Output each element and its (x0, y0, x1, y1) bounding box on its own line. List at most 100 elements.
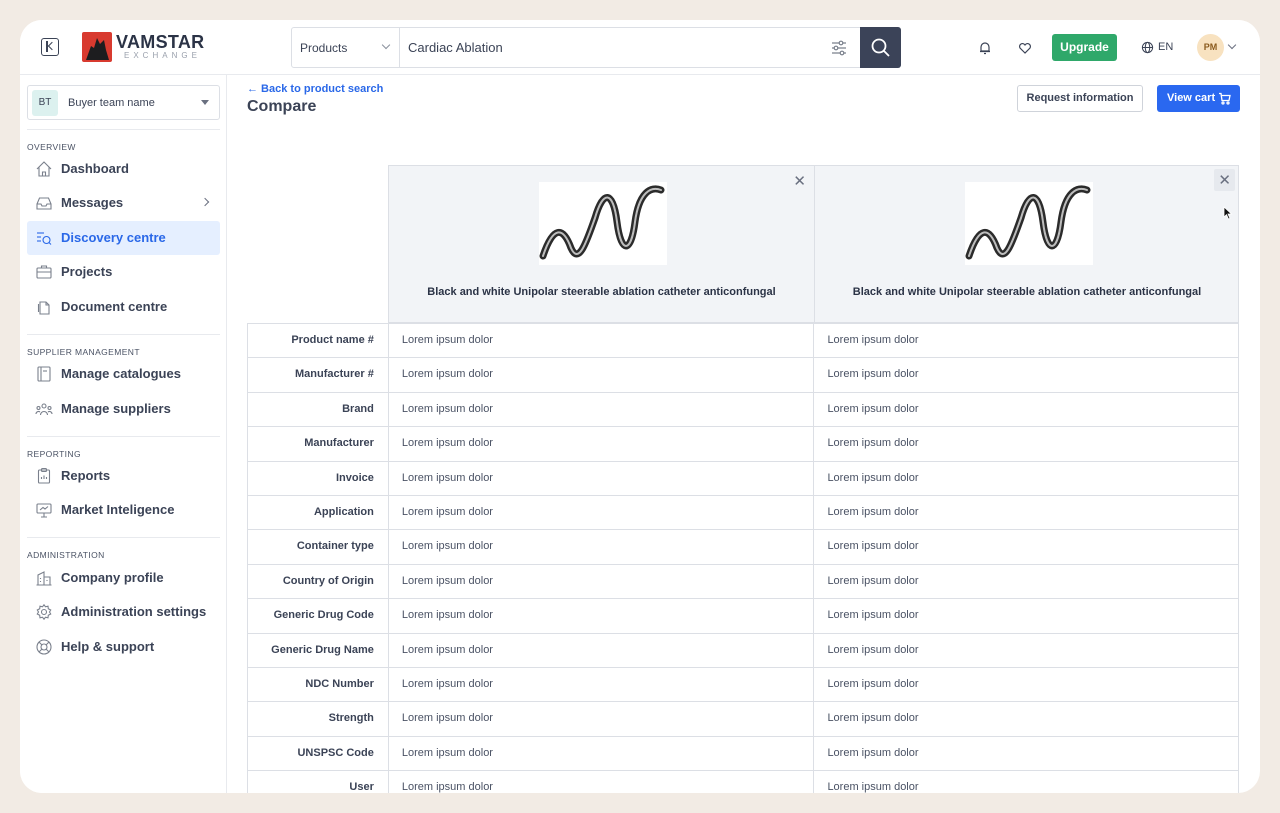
gear-icon (36, 603, 52, 621)
team-selector[interactable]: BT Buyer team name (27, 85, 220, 120)
collapse-sidebar-icon[interactable] (41, 38, 59, 56)
sidebar-item-manage-catalogues[interactable]: Manage catalogues (27, 357, 220, 391)
upgrade-button[interactable]: Upgrade (1052, 34, 1117, 61)
table-row: Country of Origin Lorem ipsum dolor Lorem … (248, 564, 1238, 600)
row-value: Lorem ipsum dolor (813, 599, 1238, 633)
row-value: Lorem ipsum dolor (813, 736, 1238, 771)
row-value: Lorem ipsum dolor (813, 392, 1238, 427)
close-icon[interactable]: ✕ (793, 172, 806, 190)
briefcase-icon (36, 265, 52, 279)
section-title-overview: OVERVIEW (27, 142, 76, 152)
heart-icon[interactable] (1018, 41, 1032, 55)
row-value: Lorem ipsum dolor (401, 334, 493, 346)
product-compare-header: Black and white Unipolar steerable ablat… (388, 165, 1239, 323)
sidebar-item-document-centre[interactable]: Document centre (27, 290, 220, 324)
search-category-select[interactable]: Products (292, 28, 400, 67)
sidebar-item-label: Dashboard (61, 161, 129, 176)
table-row: Brand Lorem ipsum dolor Lorem ipsum dolor (248, 392, 1238, 428)
row-value: Lorem ipsum dolor (813, 358, 1238, 392)
row-label: Brand (248, 392, 389, 427)
sidebar-item-discovery-centre[interactable]: Discovery centre (27, 221, 220, 255)
search-input[interactable]: Cardiac Ablation (400, 28, 900, 67)
section-title-reporting: REPORTING (27, 449, 81, 459)
table-row: Strength Lorem ipsum dolor Lorem ipsum dol… (248, 702, 1238, 737)
sidebar-item-messages[interactable]: Messages (27, 186, 220, 220)
divider (27, 537, 220, 538)
sidebar-item-help-support[interactable]: Help & support (27, 630, 220, 664)
language-selector[interactable]: EN (1158, 41, 1173, 53)
sidebar-item-market-intelligence[interactable]: Market Inteligence (27, 493, 220, 527)
table-row: User Lorem ipsum dolor Lorem ipsum dolor (248, 771, 1238, 793)
row-label: Strength (248, 702, 389, 736)
row-value: Lorem ipsum dolor (813, 771, 1238, 793)
row-value: Lorem ipsum dolor (401, 505, 493, 518)
row-value: Lorem ipsum dolor (813, 633, 1238, 667)
product-image (965, 182, 1093, 265)
row-value: Lorem ipsum dolor (401, 643, 493, 656)
row-value: Lorem ipsum dolor (401, 609, 493, 622)
row-value: Lorem ipsum dolor (401, 712, 493, 725)
row-label: NDC Number (248, 667, 389, 702)
presentation-icon (36, 503, 52, 518)
row-label: Manufacturer # (248, 358, 389, 392)
row-value: Lorem ipsum dolor (401, 437, 493, 450)
lifebuoy-icon (36, 639, 52, 655)
sidebar-item-reports[interactable]: Reports (27, 459, 220, 493)
search-button[interactable] (860, 27, 901, 68)
sidebar-item-label: Manage suppliers (61, 401, 171, 416)
chevron-right-icon (200, 197, 210, 207)
sidebar-item-projects[interactable]: Projects (27, 255, 220, 289)
sidebar-item-label: Messages (61, 195, 124, 210)
view-cart-button[interactable]: View cart (1157, 85, 1240, 112)
sidebar-item-administration-settings[interactable]: Administration settings (27, 595, 220, 629)
view-cart-label: View cart (1167, 92, 1216, 104)
sidebar-item-company-profile[interactable]: Company profile (27, 561, 220, 595)
main-content: ← Back to product search Compare Request… (227, 75, 1260, 793)
product-card: Black and white Unipolar steerable ablat… (389, 166, 814, 323)
row-label: Country of Origin (248, 564, 389, 599)
row-label: Generic Drug Name (248, 633, 389, 667)
mouse-cursor-icon (1223, 206, 1233, 220)
divider (27, 129, 220, 130)
row-value: Lorem ipsum dolor (813, 427, 1238, 461)
table-row: Application Lorem ipsum dolor Lorem ipsum … (248, 495, 1238, 531)
product-name: Black and white Unipolar steerable ablat… (852, 286, 1202, 298)
chevron-down-icon (381, 40, 391, 50)
suppliers-icon (35, 403, 53, 416)
row-value: Lorem ipsum dolor (813, 461, 1238, 495)
sidebar: BT Buyer team name OVERVIEW Dashboard Me… (20, 75, 227, 793)
row-label: Container type (248, 530, 389, 564)
caret-down-icon (201, 100, 209, 105)
filter-icon[interactable] (830, 39, 848, 57)
row-label: Manufacturer (248, 427, 389, 461)
sidebar-item-label: Discovery centre (61, 230, 166, 245)
product-name: Black and white Unipolar steerable ablat… (427, 286, 776, 298)
row-value: Lorem ipsum dolor (813, 324, 1238, 358)
back-link[interactable]: ← Back to product search (247, 83, 383, 95)
row-value: Lorem ipsum dolor (401, 677, 493, 690)
catalogue-icon (37, 366, 51, 382)
row-label: Invoice (248, 461, 389, 495)
row-label: Product name # (248, 324, 389, 358)
search-category-label: Products (300, 41, 348, 55)
table-row: Manufacturer # Lorem ipsum dolor Lorem ips… (248, 358, 1238, 393)
table-row: NDC Number Lorem ipsum dolor Lorem ipsum d… (248, 667, 1238, 703)
team-badge: BT (32, 90, 58, 116)
clipboard-icon (37, 467, 51, 484)
close-icon[interactable]: ✕ (1214, 169, 1235, 191)
sidebar-item-label: Company profile (61, 570, 164, 585)
globe-icon[interactable] (1141, 41, 1154, 54)
table-row: Invoice Lorem ipsum dolor Lorem ipsum dolo… (248, 461, 1238, 496)
table-row: Generic Drug Code Lorem ipsum dolor Lorem … (248, 599, 1238, 634)
avatar[interactable]: PM (1197, 34, 1224, 61)
row-value: Lorem ipsum dolor (813, 564, 1238, 599)
bell-icon[interactable] (978, 41, 992, 55)
chevron-down-icon[interactable] (1227, 40, 1237, 50)
sidebar-item-label: Projects (61, 264, 113, 279)
table-row: Container type Lorem ipsum dolor Lorem ips… (248, 530, 1238, 565)
table-row: Generic Drug Name Lorem ipsum dolor Lorem … (248, 633, 1238, 668)
request-information-button[interactable]: Request information (1017, 85, 1143, 112)
cart-icon (1219, 92, 1231, 105)
sidebar-item-manage-suppliers[interactable]: Manage suppliers (27, 392, 220, 426)
sidebar-item-dashboard[interactable]: Dashboard (27, 152, 220, 186)
